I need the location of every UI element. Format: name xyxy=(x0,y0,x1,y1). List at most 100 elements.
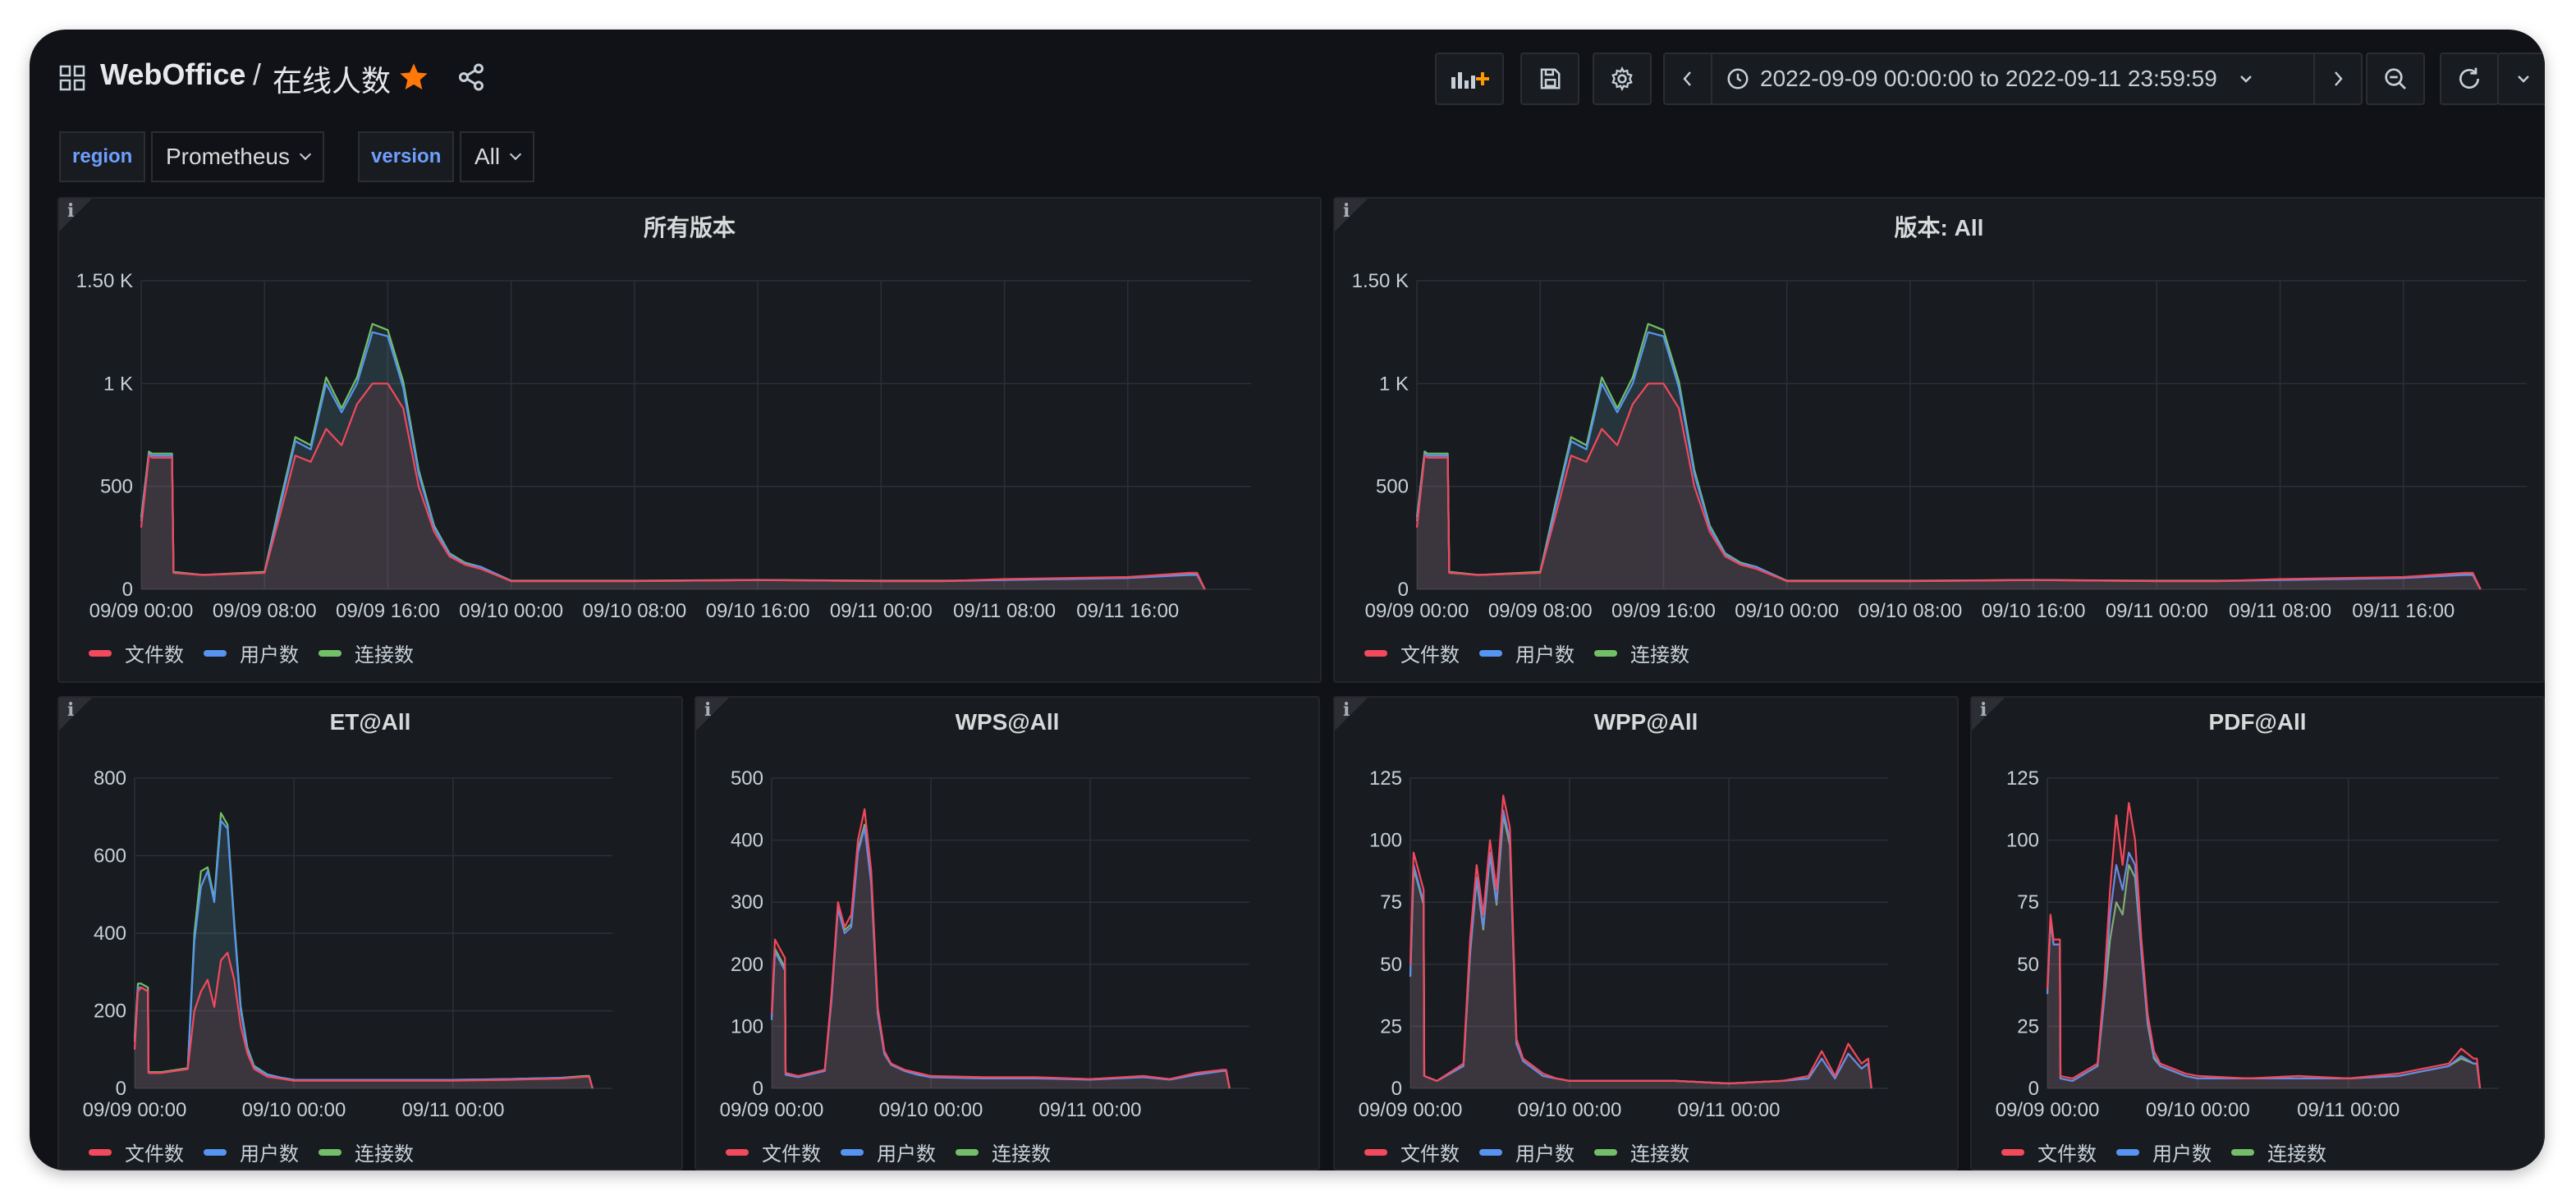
y-tick-label: 75 xyxy=(2017,891,2039,914)
save-icon xyxy=(1540,68,1561,89)
legend-item-files[interactable]: 文件数 xyxy=(1364,639,1460,667)
legend-item-users[interactable]: 用户数 xyxy=(2116,1138,2212,1166)
y-tick-label: 500 xyxy=(731,767,763,790)
x-tick-label: 09/11 00:00 xyxy=(1038,1099,1141,1121)
panel-wps-all: i WPS@All 0 100 200 300 400 500 09/09 00:00 09/… xyxy=(694,696,1320,1170)
region-variable-select[interactable]: Prometheus xyxy=(151,131,324,182)
y-tick-label: 0 xyxy=(116,1078,126,1100)
x-tick-label: 09/10 00:00 xyxy=(459,600,563,622)
x-tick-label: 09/09 08:00 xyxy=(213,600,317,622)
zoom-out-button[interactable] xyxy=(2366,53,2425,105)
legend-item-connections[interactable]: 连接数 xyxy=(1594,639,1689,667)
y-tick-label: 200 xyxy=(731,954,763,976)
chevron-down-icon xyxy=(2239,76,2252,83)
x-tick-label: 09/11 00:00 xyxy=(401,1099,504,1121)
legend-item-connections[interactable]: 连接数 xyxy=(1594,1138,1689,1166)
share-icon[interactable] xyxy=(456,62,486,92)
refresh-interval-dropdown[interactable] xyxy=(2497,53,2545,105)
apps-grid-icon[interactable] xyxy=(59,65,85,91)
refresh-icon xyxy=(2459,67,2479,89)
y-tick-label: 100 xyxy=(1369,830,1402,852)
y-tick-label: 500 xyxy=(1376,476,1409,498)
x-tick-label: 09/11 00:00 xyxy=(2297,1099,2400,1121)
chart-legend: 文件数 用户数 连接数 xyxy=(1364,1138,1689,1166)
chevron-right-icon xyxy=(2335,71,2343,86)
panel-wpp-all: i WPP@All 0 25 50 75 100 125 09/09 00:00 09/10 … xyxy=(1333,696,1959,1170)
legend-item-users[interactable]: 用户数 xyxy=(1479,639,1574,667)
chevron-left-icon xyxy=(1683,71,1691,86)
breadcrumb-folder-link[interactable]: WebOffice xyxy=(100,57,245,92)
x-tick-label: 09/10 16:00 xyxy=(1982,600,2086,622)
x-tick-label: 09/09 16:00 xyxy=(336,600,440,622)
time-shift-forward-button[interactable] xyxy=(2313,53,2363,105)
y-tick-label: 0 xyxy=(1398,579,1409,601)
legend-item-connections[interactable]: 连接数 xyxy=(2231,1138,2326,1166)
variable-label-region: region xyxy=(59,131,146,182)
save-dashboard-button[interactable] xyxy=(1520,53,1579,105)
legend-item-connections[interactable]: 连接数 xyxy=(319,639,414,667)
zoom-out-icon xyxy=(2385,68,2406,89)
time-range-picker[interactable]: 2022-09-09 00:00:00 to 2022-09-11 23:59:… xyxy=(1711,53,2315,105)
timeseries-chart[interactable]: 0 500 1 K 1.50 K 09/09 00:00 09/09 08:00 09/09… xyxy=(59,199,1323,685)
timeseries-chart[interactable]: 0 25 50 75 100 125 09/09 00:00 09/10 00:00 09/11… xyxy=(1972,698,2545,1170)
timeseries-chart[interactable]: 0 25 50 75 100 125 09/09 00:00 09/10 00:00 09/11… xyxy=(1335,698,1960,1170)
legend-item-files[interactable]: 文件数 xyxy=(1364,1138,1460,1166)
x-tick-label: 09/09 00:00 xyxy=(1359,1099,1463,1121)
refresh-button[interactable] xyxy=(2440,53,2499,105)
variable-label-version: version xyxy=(358,131,455,182)
x-tick-label: 09/09 00:00 xyxy=(720,1099,824,1121)
y-tick-label: 25 xyxy=(2017,1015,2039,1037)
chevron-down-icon xyxy=(510,148,522,161)
region-variable-value: Prometheus xyxy=(166,144,290,169)
time-range-text: 2022-09-09 00:00:00 to 2022-09-11 23:59:… xyxy=(1760,66,2217,91)
y-tick-label: 0 xyxy=(2028,1078,2039,1100)
dashboard-title[interactable]: 在线人数 xyxy=(273,57,391,100)
legend-item-files[interactable]: 文件数 xyxy=(89,1138,184,1166)
y-tick-label: 75 xyxy=(1380,891,1402,914)
dashboard-window: WebOffice / 在线人数 2022-09-09 00:00:00 to … xyxy=(30,30,2545,1170)
x-tick-label: 09/11 16:00 xyxy=(1076,600,1179,622)
timeseries-chart[interactable]: 0 500 1 K 1.50 K 09/09 00:00 09/09 08:00 09/09… xyxy=(1335,199,2545,685)
y-tick-label: 1 K xyxy=(1379,373,1409,395)
version-variable-value: All xyxy=(474,144,501,169)
breadcrumb-separator: / xyxy=(253,57,262,91)
x-tick-label: 09/09 00:00 xyxy=(1996,1099,2100,1121)
legend-item-users[interactable]: 用户数 xyxy=(841,1138,936,1166)
y-tick-label: 1 K xyxy=(103,373,133,395)
y-tick-label: 400 xyxy=(94,923,126,945)
x-tick-label: 09/11 08:00 xyxy=(2229,600,2331,622)
y-tick-label: 125 xyxy=(2006,767,2039,790)
legend-item-files[interactable]: 文件数 xyxy=(2001,1138,2097,1166)
legend-item-files[interactable]: 文件数 xyxy=(726,1138,821,1166)
chevron-down-icon xyxy=(299,148,312,161)
x-tick-label: 09/11 00:00 xyxy=(1677,1099,1780,1121)
timeseries-chart[interactable]: 0 100 200 300 400 500 09/09 00:00 09/10 00:00 09… xyxy=(696,698,1322,1170)
x-tick-label: 09/11 08:00 xyxy=(953,600,1056,622)
star-icon[interactable] xyxy=(397,61,430,94)
x-tick-label: 09/10 00:00 xyxy=(879,1099,983,1121)
legend-item-files[interactable]: 文件数 xyxy=(89,639,184,667)
y-tick-label: 300 xyxy=(731,891,763,914)
chart-legend: 文件数 用户数 连接数 xyxy=(1364,639,1689,667)
dashboard-settings-button[interactable] xyxy=(1593,53,1652,105)
legend-item-users[interactable]: 用户数 xyxy=(204,639,299,667)
x-tick-label: 09/11 00:00 xyxy=(2106,600,2208,622)
panel-version-all: i 版本: All 0 500 1 K 1.50 K 09/09 00:00 09/09 … xyxy=(1333,197,2545,683)
time-shift-back-button[interactable] xyxy=(1663,53,1712,105)
version-variable-select[interactable]: All xyxy=(460,131,535,182)
legend-item-users[interactable]: 用户数 xyxy=(1479,1138,1574,1166)
add-panel-button[interactable] xyxy=(1435,53,1504,105)
legend-item-users[interactable]: 用户数 xyxy=(204,1138,299,1166)
legend-item-connections[interactable]: 连接数 xyxy=(956,1138,1051,1166)
chevron-down-icon xyxy=(2518,76,2529,83)
series-area-0 xyxy=(772,808,1230,1088)
y-tick-label: 0 xyxy=(1391,1078,1402,1100)
y-tick-label: 25 xyxy=(1380,1015,1402,1037)
series-area-0 xyxy=(1410,795,1872,1088)
y-tick-label: 0 xyxy=(753,1078,763,1100)
top-navbar: WebOffice / 在线人数 2022-09-09 00:00:00 to … xyxy=(30,30,2545,128)
legend-item-connections[interactable]: 连接数 xyxy=(319,1138,414,1166)
y-tick-label: 800 xyxy=(94,767,126,790)
panel-et-all: i ET@All 0 200 400 600 800 09/09 00:00 09/10 0… xyxy=(57,696,683,1170)
timeseries-chart[interactable]: 0 200 400 600 800 09/09 00:00 09/10 00:00 09/11… xyxy=(59,698,685,1170)
